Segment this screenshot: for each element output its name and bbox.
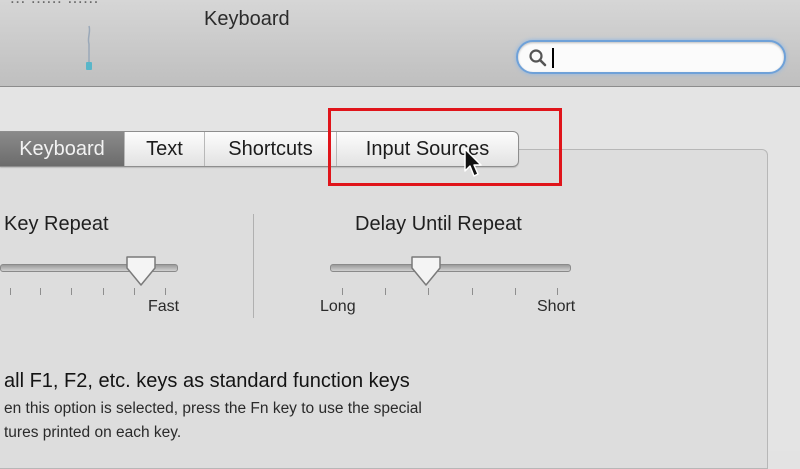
delay-until-repeat-slider[interactable] — [330, 264, 571, 272]
key-repeat-max-label: Fast — [148, 298, 180, 315]
key-repeat-tick — [134, 288, 135, 295]
key-repeat-tick — [10, 288, 11, 295]
key-repeat-tick — [71, 288, 72, 295]
key-repeat-slider-knob[interactable] — [124, 254, 158, 288]
delay-min-label: Long — [320, 298, 356, 315]
annotation-highlight-box — [328, 108, 562, 186]
delay-tick — [557, 288, 558, 295]
window-toolbar: ... ...... ...... Keyboard — [0, 0, 800, 87]
slider-divider — [253, 214, 254, 318]
tab-shortcuts[interactable]: Shortcuts — [205, 132, 337, 166]
toolbar-icon[interactable] — [84, 24, 94, 74]
fn-keys-description-line2: tures printed on each key. — [4, 424, 182, 441]
fn-keys-option-label[interactable]: all F1, F2, etc. keys as standard functi… — [4, 370, 410, 393]
delay-tick — [385, 288, 386, 295]
search-icon — [529, 49, 547, 67]
delay-tick — [342, 288, 343, 295]
tab-keyboard[interactable]: Keyboard — [0, 132, 125, 166]
delay-max-label: Short — [537, 298, 576, 315]
tab-text[interactable]: Text — [125, 132, 205, 166]
delay-tick — [428, 288, 429, 295]
key-repeat-tick — [165, 288, 166, 295]
delay-tick — [472, 288, 473, 295]
key-repeat-label: Key Repeat — [4, 213, 109, 235]
delay-tick — [515, 288, 516, 295]
window-title-partial: ... ...... ...... — [10, 0, 99, 8]
tab-panel — [0, 149, 768, 469]
text-caret — [552, 48, 554, 68]
key-repeat-tick — [40, 288, 41, 295]
key-repeat-tick — [103, 288, 104, 295]
delay-until-repeat-slider-knob[interactable] — [409, 254, 443, 288]
fn-keys-description-line1: en this option is selected, press the Fn… — [4, 400, 422, 417]
cursor-icon — [464, 148, 482, 177]
window-title: Keyboard — [204, 8, 290, 30]
search-field[interactable] — [516, 40, 786, 74]
delay-until-repeat-label: Delay Until Repeat — [355, 213, 522, 235]
